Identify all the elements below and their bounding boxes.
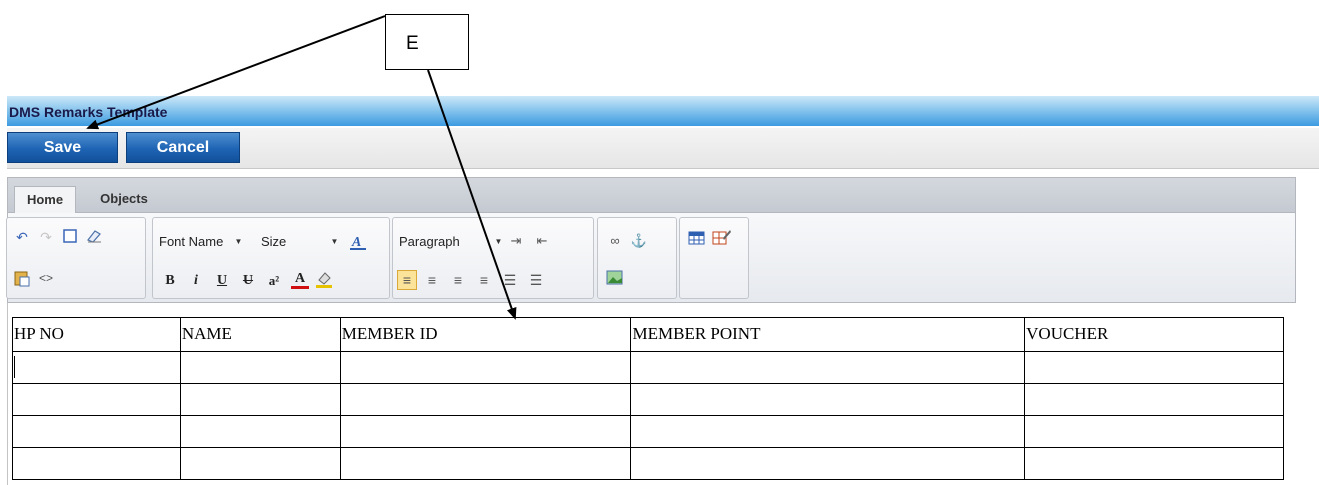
chevron-down-icon: ▼ bbox=[234, 237, 243, 246]
ribbon-group-font: Font Name ▼ Size ▼ A B i U U a² A bbox=[152, 217, 390, 299]
table-header-cell[interactable]: NAME bbox=[179, 317, 341, 352]
editor-tab-strip: Home Objects bbox=[7, 177, 1296, 214]
table-cell[interactable] bbox=[1024, 415, 1284, 448]
table-row bbox=[12, 351, 1284, 384]
table-cell[interactable] bbox=[12, 351, 181, 384]
anchor-icon[interactable]: ⚓ bbox=[630, 232, 648, 250]
table-cell[interactable] bbox=[12, 415, 181, 448]
strikethrough-button[interactable]: U bbox=[239, 272, 257, 290]
italic-button[interactable]: i bbox=[187, 272, 205, 290]
table-cell[interactable] bbox=[339, 383, 632, 416]
remarks-table[interactable]: HP NO NAME MEMBER ID MEMBER POINT VOUCHE… bbox=[12, 317, 1284, 480]
table-header-cell[interactable]: HP NO bbox=[12, 317, 181, 352]
numbered-list-icon[interactable]: ☰ bbox=[501, 271, 519, 289]
ribbon-group-paragraph: Paragraph ▼ ⇥ ⇤ ≡ ≡ ≡ ≡ ☰ ☰ bbox=[392, 217, 594, 299]
cancel-button[interactable]: Cancel bbox=[126, 132, 240, 163]
table-cell[interactable] bbox=[12, 383, 181, 416]
callout-label: E bbox=[406, 33, 419, 54]
table-cell[interactable] bbox=[179, 383, 341, 416]
select-all-icon[interactable] bbox=[61, 228, 79, 246]
save-button[interactable]: Save bbox=[7, 132, 118, 163]
eraser-icon[interactable] bbox=[85, 228, 103, 246]
table-header-row: HP NO NAME MEMBER ID MEMBER POINT VOUCHE… bbox=[12, 317, 1284, 352]
table-cell[interactable] bbox=[339, 351, 632, 384]
table-row bbox=[12, 415, 1284, 448]
editor-ribbon: ↶ ↷ <> Font Name ▼ Size ▼ A B i U U a² A bbox=[6, 213, 1296, 303]
source-code-icon[interactable]: <> bbox=[37, 269, 55, 287]
table-cell[interactable] bbox=[630, 447, 1026, 480]
undo-icon[interactable]: ↶ bbox=[13, 228, 31, 246]
tab-objects[interactable]: Objects bbox=[88, 186, 160, 214]
align-left-icon[interactable]: ≡ bbox=[397, 270, 417, 290]
font-size-select[interactable]: Size ▼ bbox=[261, 232, 339, 252]
paste-icon[interactable] bbox=[13, 269, 31, 287]
table-header-cell[interactable]: MEMBER ID bbox=[339, 317, 632, 352]
ribbon-group-table bbox=[679, 217, 749, 299]
outdent-icon[interactable]: ⇤ bbox=[533, 232, 551, 250]
text-style-icon[interactable]: A bbox=[349, 232, 367, 250]
window-title: DMS Remarks Template bbox=[9, 104, 168, 120]
image-icon[interactable] bbox=[606, 269, 624, 287]
table-cell[interactable] bbox=[1024, 383, 1284, 416]
bold-button[interactable]: B bbox=[161, 272, 179, 290]
table-cell[interactable] bbox=[179, 351, 341, 384]
table-cell[interactable] bbox=[339, 415, 632, 448]
underline-button[interactable]: U bbox=[213, 272, 231, 290]
bullet-list-icon[interactable]: ☰ bbox=[527, 271, 545, 289]
table-row bbox=[12, 447, 1284, 480]
ribbon-group-edit: ↶ ↷ <> bbox=[6, 217, 146, 299]
align-justify-icon[interactable]: ≡ bbox=[475, 271, 493, 289]
tab-home[interactable]: Home bbox=[14, 186, 76, 214]
table-row bbox=[12, 383, 1284, 416]
window-title-bar: DMS Remarks Template bbox=[7, 96, 1319, 126]
chevron-down-icon: ▼ bbox=[494, 237, 503, 246]
svg-text:A: A bbox=[351, 235, 361, 250]
redo-icon[interactable]: ↷ bbox=[37, 228, 55, 246]
superscript-button[interactable]: a² bbox=[265, 272, 283, 290]
table-cell[interactable] bbox=[179, 447, 341, 480]
align-right-icon[interactable]: ≡ bbox=[449, 271, 467, 289]
table-cell[interactable] bbox=[630, 383, 1026, 416]
link-icon[interactable]: ∞ bbox=[606, 232, 624, 250]
table-cell[interactable] bbox=[630, 351, 1026, 384]
font-name-value: Font Name bbox=[159, 234, 224, 249]
paragraph-select[interactable]: Paragraph ▼ bbox=[399, 232, 503, 252]
indent-icon[interactable]: ⇥ bbox=[507, 232, 525, 250]
table-cell[interactable] bbox=[339, 447, 632, 480]
table-cell[interactable] bbox=[179, 415, 341, 448]
font-size-value: Size bbox=[261, 234, 287, 249]
font-color-button[interactable]: A bbox=[291, 270, 309, 289]
text-cursor bbox=[14, 356, 15, 378]
chevron-down-icon: ▼ bbox=[330, 237, 339, 246]
table-cell[interactable] bbox=[12, 447, 181, 480]
highlight-color-icon[interactable] bbox=[315, 270, 333, 288]
font-name-select[interactable]: Font Name ▼ bbox=[159, 232, 257, 252]
table-header-cell[interactable]: MEMBER POINT bbox=[630, 317, 1026, 352]
paragraph-value: Paragraph bbox=[399, 234, 460, 249]
editor-content-area[interactable]: HP NO NAME MEMBER ID MEMBER POINT VOUCHE… bbox=[7, 303, 1296, 485]
align-center-icon[interactable]: ≡ bbox=[423, 271, 441, 289]
action-bar: Save Cancel bbox=[7, 128, 1319, 169]
table-icon[interactable] bbox=[688, 230, 706, 248]
table-header-cell[interactable]: VOUCHER bbox=[1024, 317, 1284, 352]
table-cell[interactable] bbox=[1024, 351, 1284, 384]
table-edit-icon[interactable] bbox=[712, 228, 731, 246]
table-cell[interactable] bbox=[630, 415, 1026, 448]
ribbon-group-insert: ∞ ⚓ bbox=[597, 217, 677, 299]
table-cell[interactable] bbox=[1024, 447, 1284, 480]
callout-box: E bbox=[385, 14, 469, 70]
